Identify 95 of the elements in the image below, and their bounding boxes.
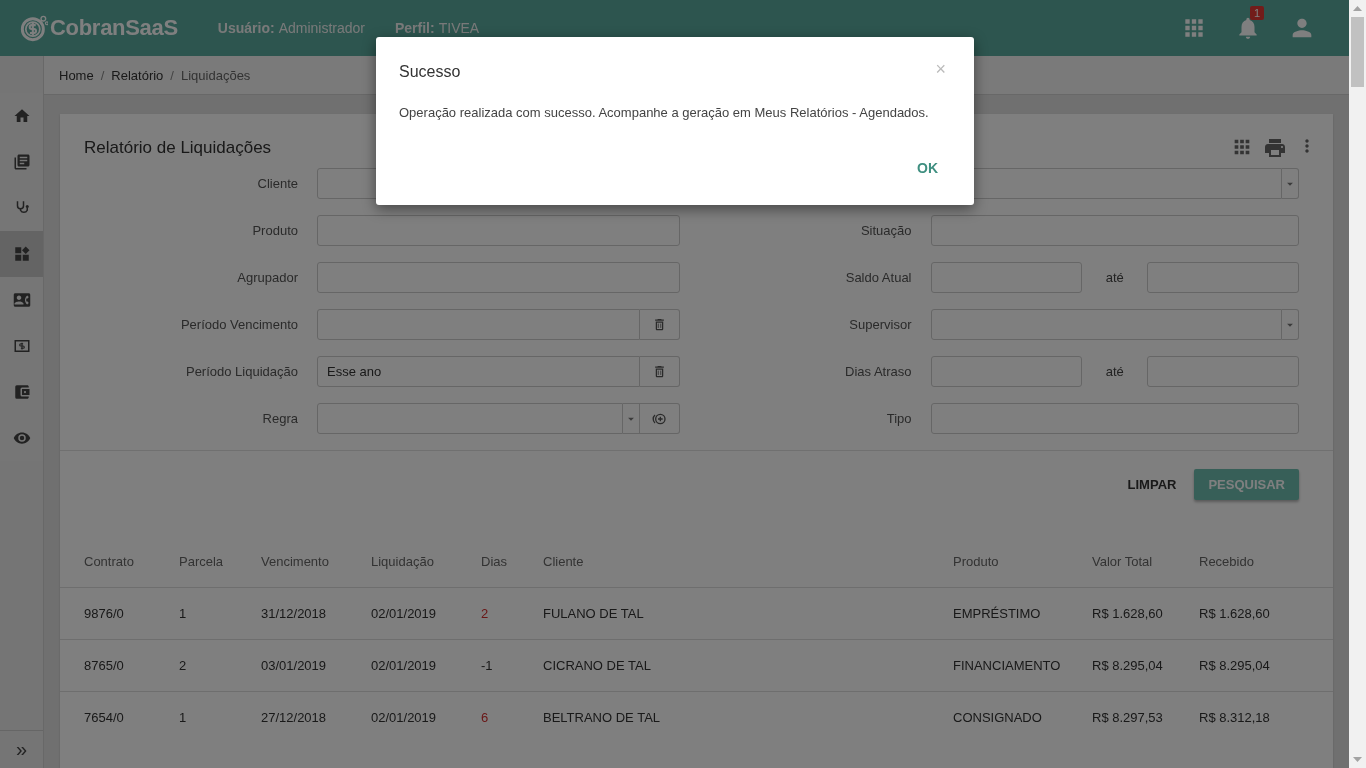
table-cell: R$ 1.628,60	[1199, 587, 1333, 640]
breadcrumb-separator: /	[100, 67, 105, 83]
table-cell: 6	[481, 691, 543, 743]
ok-button[interactable]: OK	[905, 154, 950, 182]
field-label: Regra	[261, 411, 298, 426]
breadcrumb-link[interactable]: Relatório	[111, 67, 164, 83]
table-cell: 1	[179, 587, 261, 640]
table-cell: 8765/0	[60, 639, 179, 692]
logo-text: CobranSaaS	[50, 15, 178, 41]
range-separator: até	[1104, 364, 1125, 379]
field-label: Cliente	[256, 176, 298, 191]
field-label: Saldo Atual	[844, 270, 912, 285]
table-cell: 1	[179, 691, 261, 743]
table-cell: 9876/0	[60, 587, 179, 640]
range-from-field[interactable]	[930, 356, 1083, 387]
money-icon	[12, 337, 31, 355]
table-cell: 2	[481, 587, 543, 640]
table-cell: 2	[179, 639, 261, 692]
table-cell: R$ 8.295,04	[1092, 639, 1199, 692]
table-cell: R$ 8.297,53	[1092, 691, 1199, 743]
scroll-up-arrow-icon[interactable]	[1353, 6, 1362, 11]
text-field[interactable]	[930, 215, 1299, 246]
range-separator: até	[1104, 270, 1125, 285]
field-label: Produto	[251, 223, 298, 238]
field-label: Supervisor	[848, 317, 912, 332]
expand-button[interactable]: »	[0, 730, 43, 768]
dialog-title: Sucesso	[399, 63, 462, 81]
table-cell: EMPRÉSTIMO	[953, 587, 1092, 640]
scroll-down-arrow-icon[interactable]	[1353, 757, 1362, 762]
text-field[interactable]	[930, 403, 1299, 434]
column-header: Vencimento	[261, 535, 371, 588]
wallet-icon	[12, 383, 31, 401]
clear-date-button[interactable]	[639, 356, 680, 387]
dropdown-button[interactable]	[622, 403, 640, 434]
card-title: Relatório de Liquidações	[84, 138, 273, 158]
dialog-message: Operação realizada com sucesso. Acompanhe a geração em Meus Relatórios - Agendados.	[399, 105, 930, 120]
table-cell: R$ 1.628,60	[1092, 587, 1199, 640]
table-cell: 31/12/2018	[261, 587, 371, 640]
table-cell: CONSIGNADO	[953, 691, 1092, 743]
column-header: Contrato	[60, 535, 179, 588]
text-field[interactable]	[317, 262, 680, 293]
table-cell: FINANCIAMENTO	[953, 639, 1092, 692]
table-cell: 7654/0	[60, 691, 179, 743]
dashboard-icon	[12, 245, 31, 263]
breadcrumb-link[interactable]: Home	[59, 67, 94, 83]
scrollbar-thumb[interactable]	[1351, 17, 1364, 87]
breadcrumb-separator: /	[170, 67, 174, 83]
column-header: Liquidação	[371, 535, 481, 588]
table-cell: BELTRANO DE TAL	[543, 691, 953, 743]
field-label: Agrupador	[236, 270, 298, 285]
column-header: Recebido	[1199, 535, 1333, 588]
home-icon	[12, 107, 31, 125]
select-field[interactable]	[930, 309, 1282, 340]
column-header: Dias	[481, 535, 543, 588]
field-label: Dias Atraso	[844, 364, 912, 379]
table-cell: R$ 8.312,18	[1199, 691, 1333, 743]
table-cell: 02/01/2019	[371, 587, 481, 640]
table-cell: CICRANO DE TAL	[543, 639, 953, 692]
add-rule-button[interactable]	[639, 403, 680, 434]
range-to-field[interactable]	[1147, 356, 1299, 387]
profile-info: Perfil: TIVEA	[395, 20, 480, 36]
eye-icon	[12, 429, 31, 447]
field-label: Tipo	[885, 411, 912, 426]
field-label: Período Liquidação	[184, 364, 298, 379]
dropdown-button[interactable]	[1282, 309, 1299, 340]
logo-coin-icon	[20, 14, 48, 42]
range-from-field[interactable]	[930, 262, 1083, 293]
print-icon[interactable]	[1263, 136, 1287, 160]
table-cell: FULANO DE TAL	[543, 587, 953, 640]
date-field[interactable]: Esse ano	[317, 356, 640, 387]
contact-card-icon	[12, 291, 31, 309]
column-header: Parcela	[179, 535, 261, 588]
table-cell: 03/01/2019	[261, 639, 371, 692]
text-field[interactable]	[317, 215, 680, 246]
sidebar-item[interactable]	[0, 231, 43, 277]
clear-button[interactable]: LIMPAR	[1125, 469, 1179, 500]
column-header: Valor Total	[1092, 535, 1199, 588]
dropdown-button[interactable]	[1282, 168, 1299, 199]
select-field[interactable]	[317, 403, 623, 434]
table-cell: 02/01/2019	[371, 639, 481, 692]
column-header: Cliente	[543, 535, 953, 588]
breadcrumb-current: Liquidações	[180, 67, 251, 83]
notification-badge: 1	[1250, 6, 1265, 20]
library-icon	[12, 153, 31, 171]
table-cell: 02/01/2019	[371, 691, 481, 743]
table-cell: 27/12/2018	[261, 691, 371, 743]
table-cell: -1	[481, 639, 543, 692]
range-to-field[interactable]	[1147, 262, 1299, 293]
clear-date-button[interactable]	[639, 309, 680, 340]
user-info: Usuário: Administrador	[217, 20, 365, 36]
table-cell: R$ 8.295,04	[1199, 639, 1333, 692]
field-label: Situação	[859, 223, 912, 238]
date-field[interactable]	[317, 309, 640, 340]
column-header: Produto	[953, 535, 1092, 588]
field-label: Período Vencimento	[179, 317, 298, 332]
